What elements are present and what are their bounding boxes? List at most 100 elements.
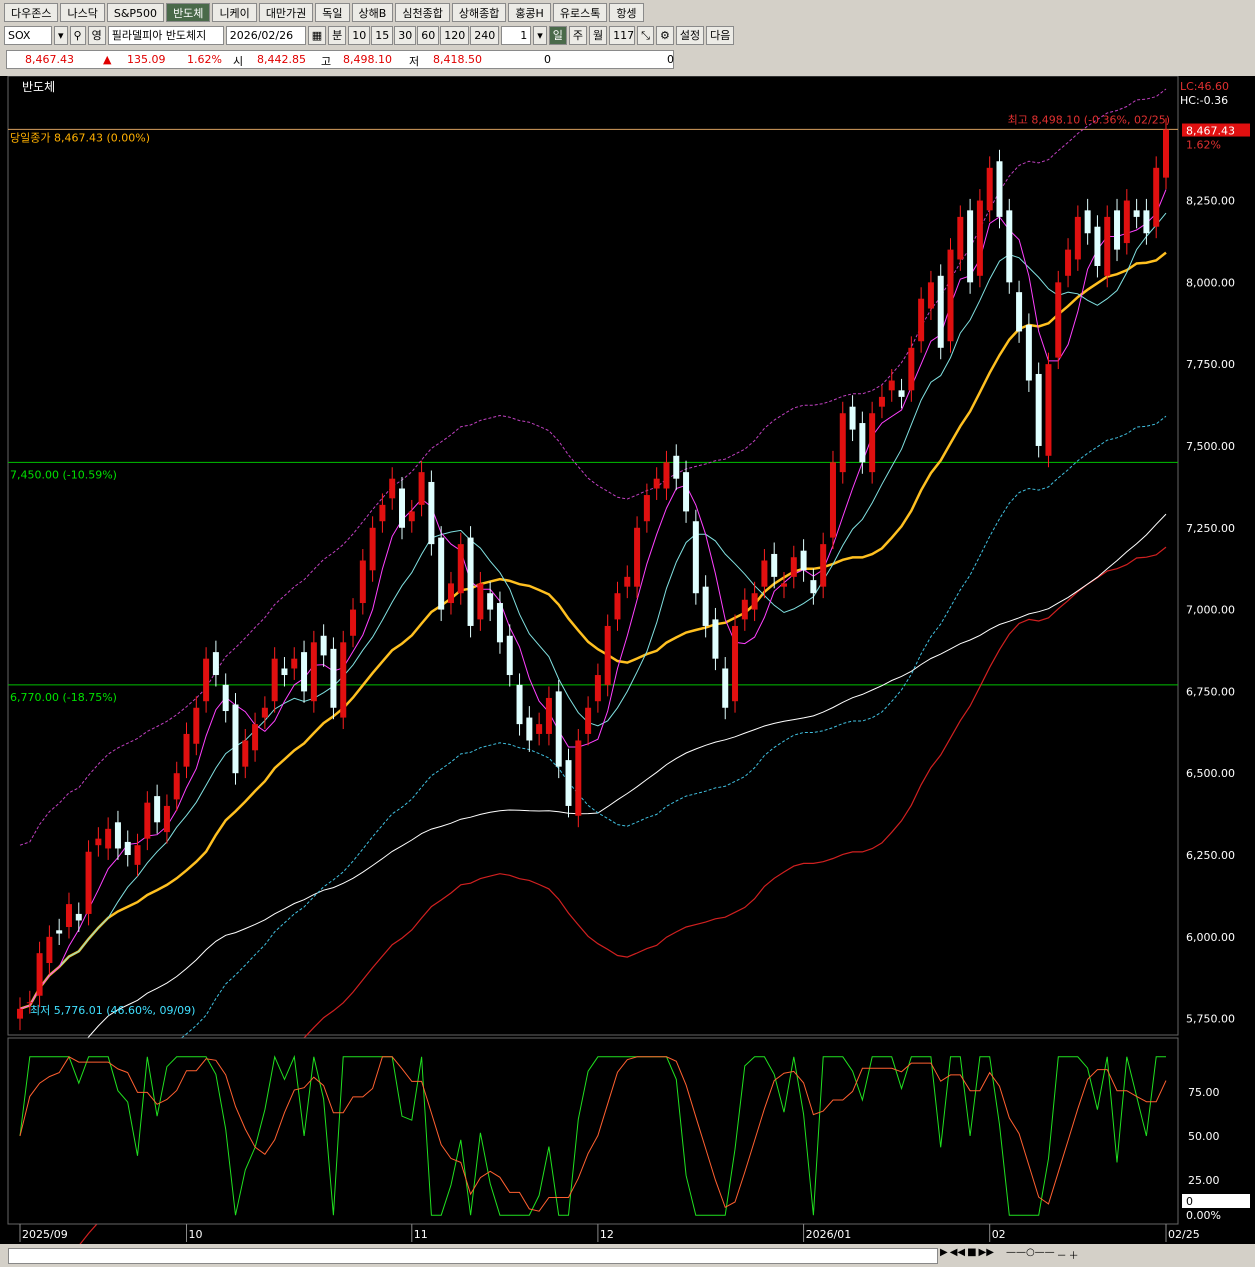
candle-body [829, 462, 836, 538]
candle-body [242, 740, 249, 767]
osc-pct-label: 0.00% [1186, 1209, 1221, 1222]
tab-4[interactable]: 니케이 [212, 3, 257, 22]
candle-body [1104, 216, 1111, 276]
candle-body [183, 733, 190, 767]
candle-body [1133, 210, 1140, 217]
settings-button[interactable]: 설정 [675, 25, 705, 45]
stop-icon[interactable]: ■ [967, 1247, 976, 1262]
candle-body [545, 697, 552, 734]
candle-body [839, 413, 846, 473]
candle-body [438, 537, 445, 610]
candle-body [85, 851, 92, 914]
next-button[interactable]: 다음 [706, 25, 735, 45]
candle-body [536, 724, 543, 734]
tab-6[interactable]: 독일 [315, 3, 350, 22]
tab-10[interactable]: 홍콩H [508, 3, 551, 22]
tab-9[interactable]: 상해종합 [451, 3, 507, 22]
symbol-field[interactable]: SOX [4, 25, 52, 45]
search-icon[interactable]: ⚲ [69, 25, 86, 45]
candle-body [1153, 167, 1160, 227]
candle-body [634, 527, 641, 587]
date-field[interactable]: 2026/02/26 [225, 25, 306, 45]
scroll-track[interactable] [8, 1248, 938, 1264]
tab-8[interactable]: 심천종합 [395, 3, 450, 22]
candle-body [918, 298, 925, 342]
candle-body [732, 625, 739, 702]
tab-1[interactable]: 나스닥 [60, 3, 105, 22]
tab-7[interactable]: 상해B [351, 3, 394, 22]
tab-3[interactable]: 반도체 [166, 3, 211, 22]
price-panel [7, 75, 1179, 1036]
candle-body [947, 249, 954, 342]
rewind-icon[interactable]: ◀◀ [950, 1247, 965, 1262]
y-tick-label: 6,750.00 [1186, 685, 1235, 698]
zoom-icon[interactable]: ⤡ [637, 25, 654, 45]
period-button-240[interactable]: 240 [470, 25, 500, 45]
month-button[interactable]: 월 [589, 25, 608, 45]
last-price-label: 8,467.43 [1186, 125, 1235, 138]
minute-button[interactable]: 분 [328, 25, 347, 45]
top-toolbar: 다우존스 나스닥 S&P500 반도체 니케이 대만가권 독일 상해B 심천종합 상해종합 홍콩H 유… [0, 0, 1255, 76]
period-button-120[interactable]: 120 [440, 25, 470, 45]
candle-body [310, 642, 317, 702]
market-tabs: 다우존스 나스닥 S&P500 반도체 니케이 대만가권 독일 상해B 심천종합 상해종합 홍콩H 유… [4, 3, 644, 22]
tab-2[interactable]: S&P500 [106, 3, 165, 22]
candle-body [75, 913, 82, 921]
period-button-30[interactable]: 30 [394, 25, 417, 45]
candle-body [771, 553, 778, 577]
multiplier-field[interactable]: 1 [501, 25, 532, 45]
x-tick-label: 02 [992, 1228, 1006, 1241]
open-label: 시 [233, 55, 244, 68]
tab-5[interactable]: 대만가권 [258, 3, 314, 22]
tab-12[interactable]: 항셍 [609, 3, 644, 22]
zoom-slider[interactable]: ——○—— [1006, 1247, 1055, 1262]
period-button-10[interactable]: 10 [348, 25, 371, 45]
candle-body [46, 936, 53, 964]
zoom-in-icon[interactable]: ＋ [1069, 1247, 1079, 1262]
gear-icon[interactable]: ⚙ [655, 25, 674, 45]
calendar-icon[interactable]: ▦ [307, 25, 327, 45]
scroll-bar[interactable]: ▶ ◀◀ ■ ▶▶ ——○—— － ＋ [0, 1244, 1255, 1267]
up-arrow-icon: ▲ [103, 53, 112, 66]
candle-body [56, 930, 63, 934]
forward-icon[interactable]: ▶▶ [979, 1247, 994, 1262]
week-button[interactable]: 주 [568, 25, 588, 45]
candle-body [614, 593, 621, 620]
change-value: 135.09 [127, 53, 166, 66]
mode-toggle[interactable]: 영 [87, 25, 106, 45]
chart-area[interactable]: 8,250.00 8,000.00 7,750.00 7,500.00 7,250.00… [0, 75, 1255, 1267]
candle-body [516, 684, 523, 725]
candle-body [1163, 129, 1169, 178]
count-field[interactable]: 117 [609, 25, 636, 45]
candlestick-chart[interactable]: 8,250.00 8,000.00 7,750.00 7,500.00 7,250.00… [0, 75, 1255, 1267]
play-icon[interactable]: ▶ [940, 1247, 948, 1262]
day-button[interactable]: 일 [548, 25, 567, 45]
tab-11[interactable]: 유로스톡 [552, 3, 608, 22]
candle-body [399, 488, 405, 528]
candle-body [65, 904, 72, 928]
chart-title: 반도체 [22, 80, 55, 94]
period-button-60[interactable]: 60 [417, 25, 440, 45]
candle-body [702, 586, 709, 626]
period-button-15[interactable]: 15 [371, 25, 394, 45]
lc-label: LC:46.60 [1180, 80, 1229, 93]
zoom-out-icon[interactable]: － [1057, 1247, 1067, 1262]
candle-body [1065, 249, 1072, 276]
oscillator-tick: 25.00 [1188, 1174, 1220, 1187]
osc-value-label: 0 [1186, 1195, 1193, 1208]
candle-body [937, 275, 944, 348]
x-tick-label: 02/25 [1168, 1228, 1200, 1241]
hc-label: HC:-0.36 [1180, 94, 1228, 107]
candle-body [379, 504, 386, 522]
y-tick-label: 8,250.00 [1186, 195, 1235, 208]
candle-body [203, 658, 210, 702]
candle-body [1084, 210, 1091, 234]
candle-body [781, 583, 787, 587]
y-tick-label: 7,750.00 [1186, 358, 1235, 371]
tab-0[interactable]: 다우존스 [4, 3, 59, 22]
chevron-down-icon[interactable]: ▾ [533, 25, 547, 45]
chevron-down-icon[interactable]: ▾ [54, 25, 68, 45]
y-tick-label: 6,000.00 [1186, 931, 1235, 944]
candle-body [957, 216, 964, 260]
change-pct: 1.62% [187, 53, 222, 66]
